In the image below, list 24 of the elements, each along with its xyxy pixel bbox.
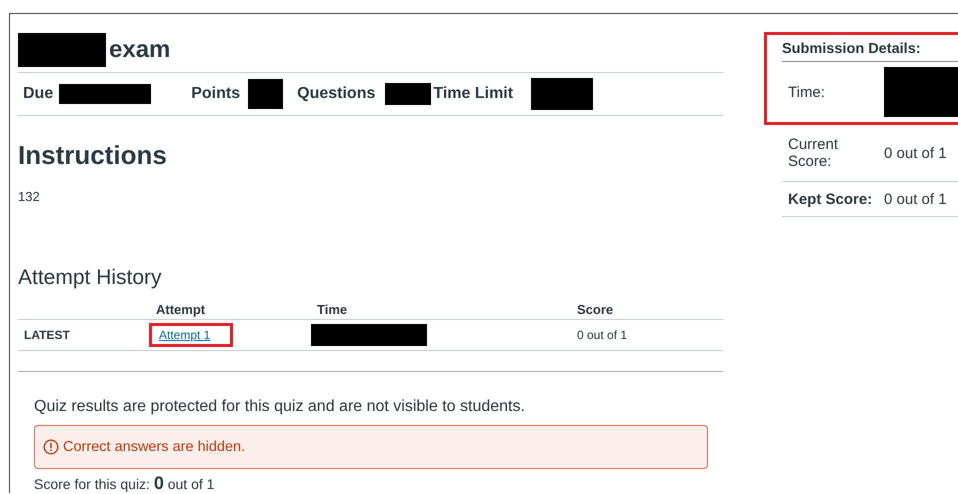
- detail-label: Time:: [787, 84, 826, 100]
- panel-heading: Submission Details:: [782, 41, 921, 57]
- alert-text: Correct answers are hidden.: [63, 439, 246, 455]
- row-label: LATEST: [24, 328, 70, 342]
- quiz-title: exam: [109, 36, 170, 64]
- meta-label: Points: [191, 85, 240, 103]
- meta-label: Time Limit: [433, 85, 514, 103]
- table-cell: 0 out of 1: [577, 328, 628, 342]
- quiz-score: Score for this quiz: 0 out of 1: [34, 473, 216, 493]
- section-heading: Instructions: [18, 140, 168, 171]
- column-header: Score: [577, 302, 614, 317]
- instructions-text: 132: [18, 189, 41, 204]
- detail-label: Kept Score:: [787, 190, 874, 208]
- notice-text: Quiz results are protected for this quiz and are not visible to students.: [34, 398, 526, 416]
- column-header: Time: [317, 302, 348, 317]
- section-heading: Attempt History: [18, 266, 163, 290]
- detail-value: 0 out of 1: [884, 144, 947, 162]
- meta-label: Questions: [297, 85, 376, 103]
- meta-label: Due: [23, 85, 54, 103]
- column-header: Attempt: [156, 302, 206, 317]
- attempt-link[interactable]: Attempt 1: [155, 326, 214, 344]
- warning-icon: [43, 439, 59, 455]
- detail-label: Current Score:: [787, 136, 840, 170]
- detail-value: 0 out of 1: [884, 190, 947, 208]
